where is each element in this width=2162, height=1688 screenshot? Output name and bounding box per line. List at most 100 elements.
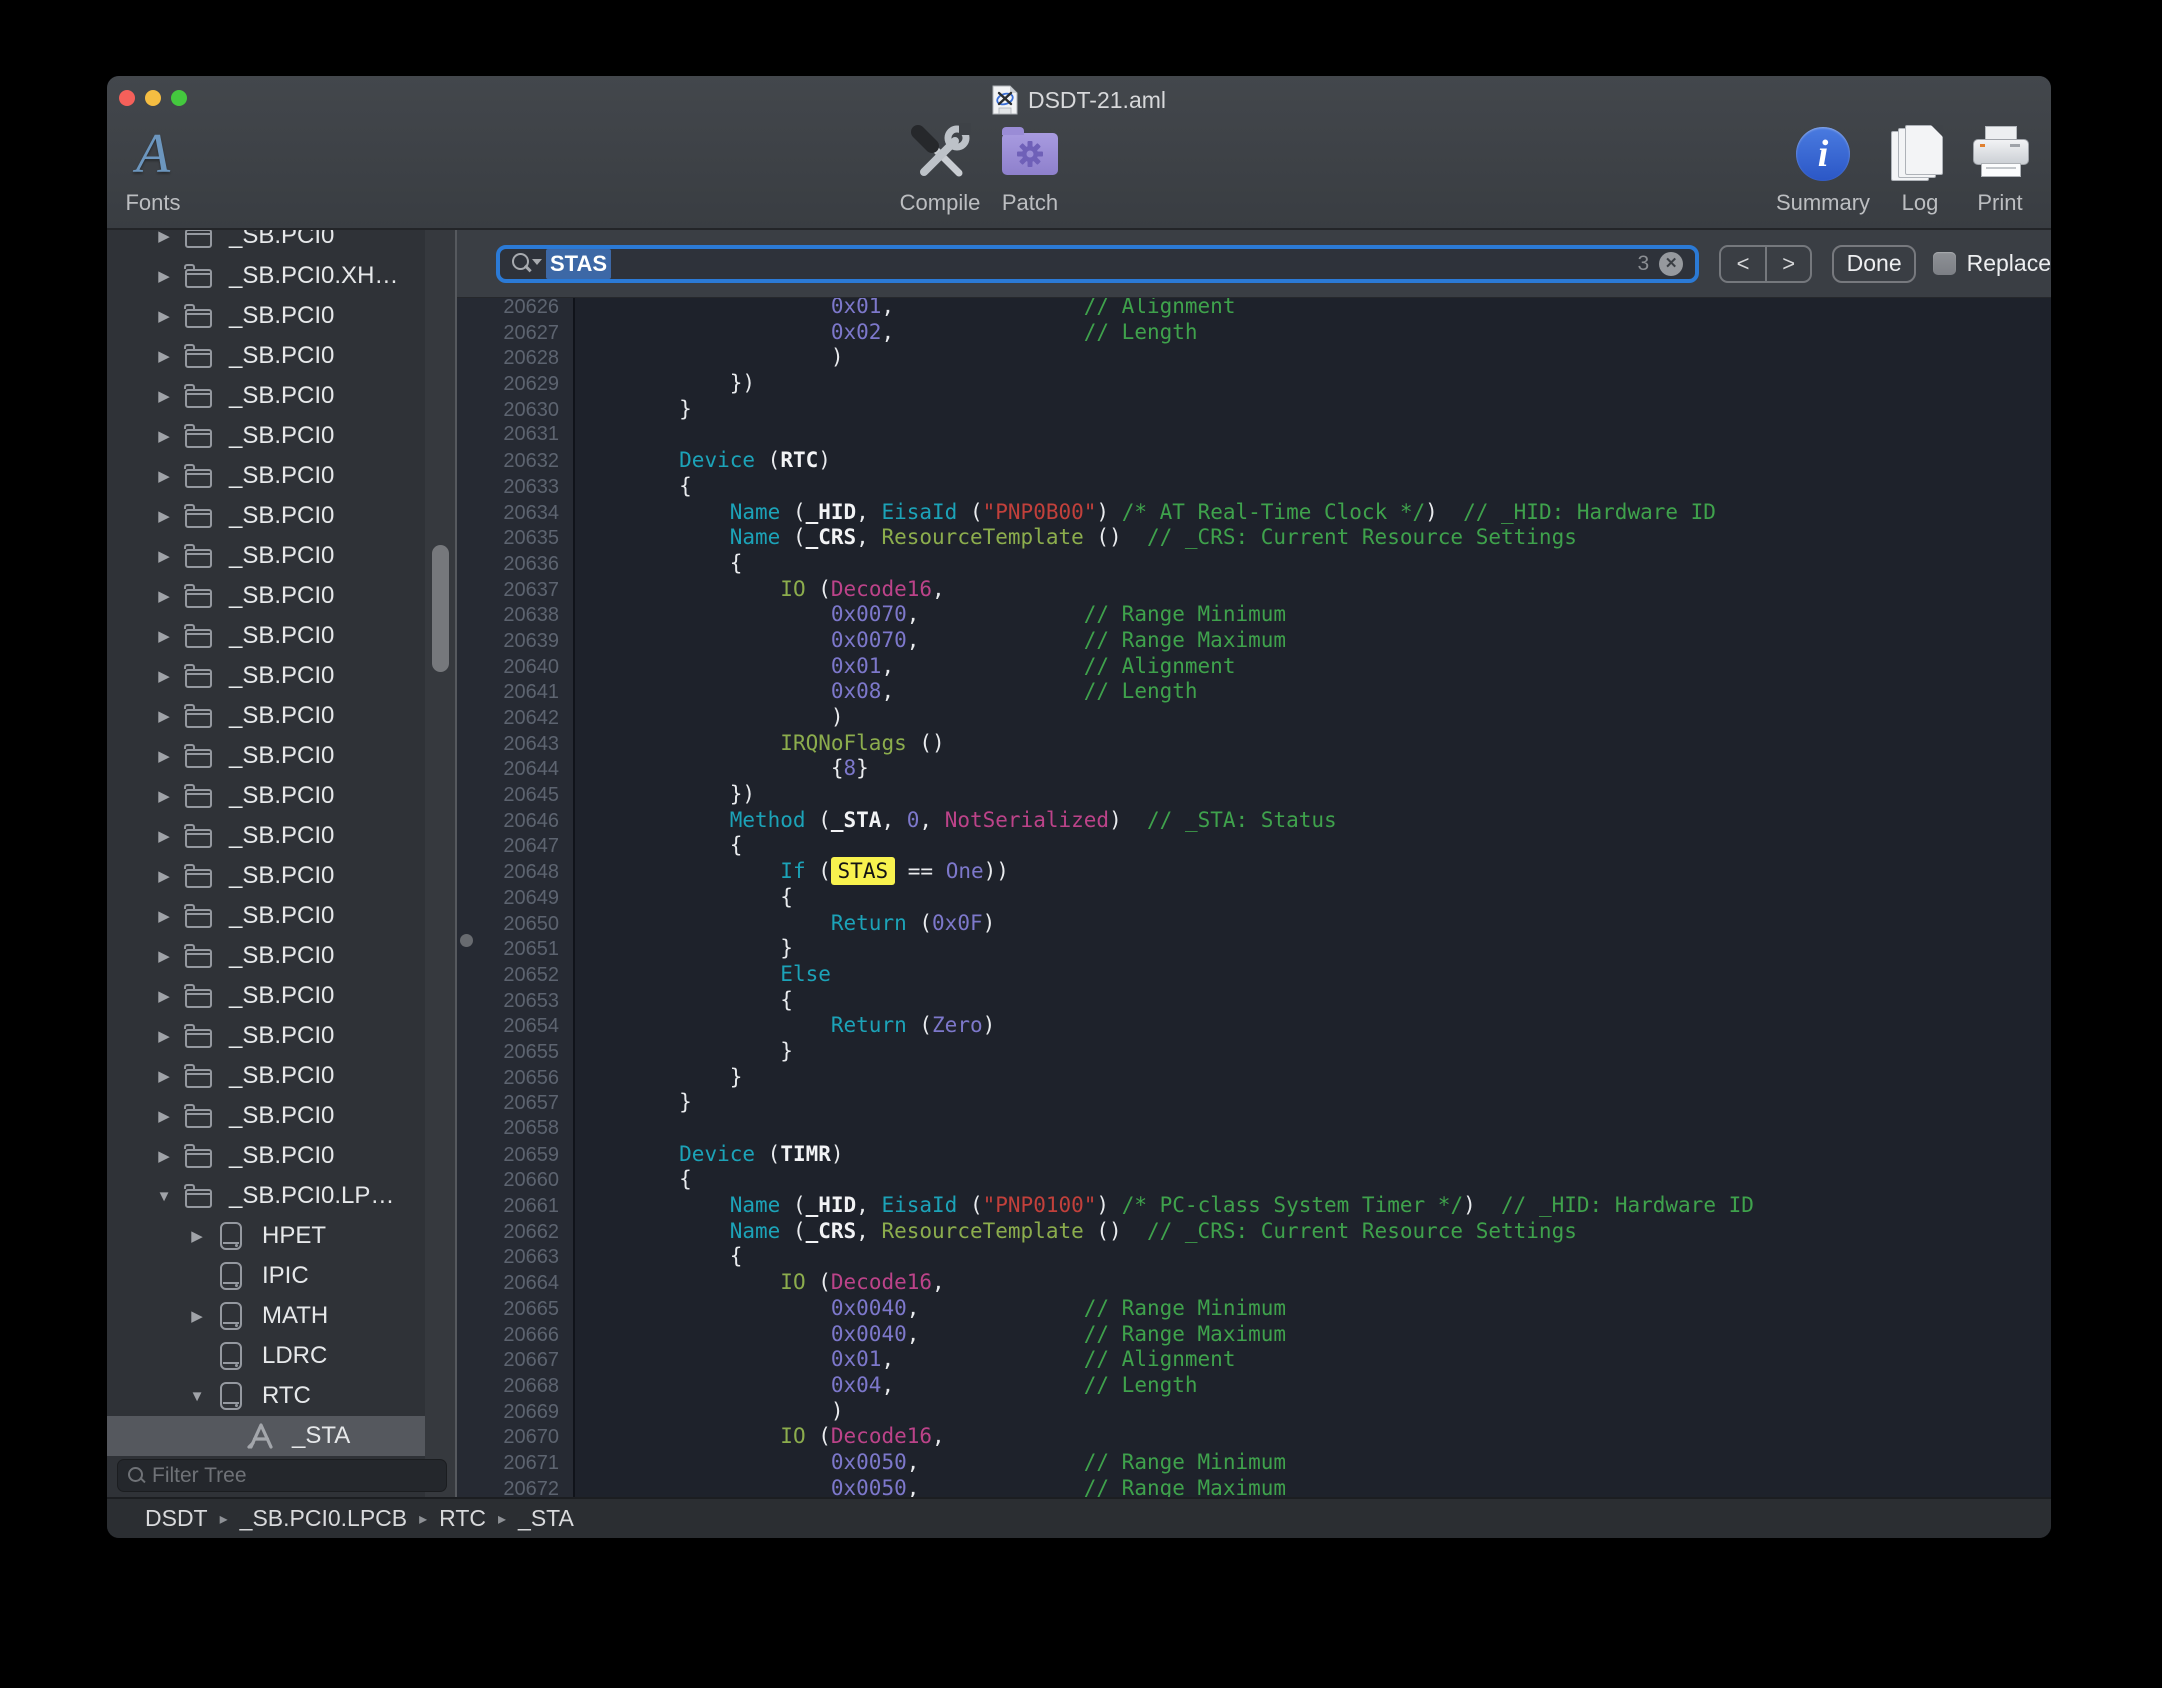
sidebar-item-sbpci0[interactable]: ▶_SB.PCI0 bbox=[107, 576, 425, 616]
disclosure-triangle[interactable]: ▶ bbox=[151, 1027, 177, 1045]
sidebar-item-label: _SB.PCI0 bbox=[229, 1142, 334, 1170]
disclosure-triangle[interactable]: ▼ bbox=[151, 1188, 177, 1205]
sidebar-item-label: _SB.PCI0 bbox=[229, 982, 334, 1010]
sidebar-item-sbpci0xh[interactable]: ▶_SB.PCI0.XH… bbox=[107, 256, 425, 296]
disclosure-triangle[interactable]: ▶ bbox=[184, 1307, 210, 1325]
sidebar-item-label: _SB.PCI0 bbox=[229, 702, 334, 730]
breadcrumb-item[interactable]: _SB.PCI0.LPCB bbox=[240, 1505, 407, 1532]
disclosure-triangle[interactable]: ▶ bbox=[151, 907, 177, 925]
sidebar-item-sbpci0[interactable]: ▶_SB.PCI0 bbox=[107, 616, 425, 656]
sidebar-item-sbpci0[interactable]: ▶_SB.PCI0 bbox=[107, 416, 425, 456]
breadcrumb-item[interactable]: DSDT bbox=[145, 1505, 208, 1532]
search-icon[interactable] bbox=[510, 252, 540, 276]
disclosure-triangle[interactable]: ▶ bbox=[151, 587, 177, 605]
sidebar-item-label: _SB.PCI0 bbox=[229, 662, 334, 690]
disclosure-triangle[interactable]: ▶ bbox=[151, 747, 177, 765]
sidebar-scrollbar-track[interactable] bbox=[425, 230, 455, 1497]
sidebar-item-sbpci0[interactable]: ▶_SB.PCI0 bbox=[107, 776, 425, 816]
line-number: 20635 bbox=[457, 526, 573, 552]
sidebar-item-sbpci0[interactable]: ▶ _SB.PCI0 bbox=[107, 296, 425, 336]
sidebar-item-hpet[interactable]: ▶ HPET bbox=[107, 1216, 425, 1256]
disclosure-triangle[interactable]: ▶ bbox=[151, 387, 177, 405]
disclosure-triangle[interactable]: ▶ bbox=[151, 1067, 177, 1085]
line-number: 20627 bbox=[457, 321, 573, 347]
sidebar: ▶_SB.PCI0▶_SB.PCI0.XH…▶_SB.PCI0▶_SB.PCI0… bbox=[107, 230, 457, 1497]
disclosure-triangle[interactable]: ▼ bbox=[184, 1388, 210, 1405]
sidebar-item-sta[interactable]: _STA bbox=[107, 1416, 425, 1456]
disclosure-triangle[interactable]: ▶ bbox=[151, 827, 177, 845]
search-input[interactable]: STAS 3 ✕ bbox=[496, 245, 1699, 283]
line-number: 20665 bbox=[457, 1297, 573, 1323]
disclosure-triangle[interactable]: ▶ bbox=[151, 307, 177, 325]
toolbar-fonts-button[interactable]: A Fonts bbox=[107, 124, 223, 216]
sidebar-item-label: HPET bbox=[262, 1222, 326, 1250]
sidebar-item-sbpci0[interactable]: ▶_SB.PCI0 bbox=[107, 856, 425, 896]
disclosure-triangle[interactable]: ▶ bbox=[151, 667, 177, 685]
sidebar-item-sbpci0[interactable]: ▶_SB.PCI0 bbox=[107, 456, 425, 496]
sidebar-scrollbar-thumb[interactable] bbox=[432, 545, 449, 672]
disclosure-triangle[interactable]: ▶ bbox=[151, 267, 177, 285]
disclosure-triangle[interactable]: ▶ bbox=[151, 547, 177, 565]
disclosure-triangle[interactable]: ▶ bbox=[151, 230, 177, 245]
find-next-button[interactable]: > bbox=[1767, 247, 1811, 281]
sidebar-item-sbpci0[interactable]: ▶_SB.PCI0 bbox=[107, 1056, 425, 1096]
breadcrumb-item[interactable]: _STA bbox=[518, 1505, 574, 1532]
disclosure-triangle[interactable]: ▶ bbox=[151, 787, 177, 805]
disclosure-triangle[interactable]: ▶ bbox=[151, 867, 177, 885]
find-previous-button[interactable]: < bbox=[1721, 247, 1767, 281]
done-button[interactable]: Done bbox=[1832, 245, 1915, 283]
disclosure-triangle[interactable]: ▶ bbox=[151, 947, 177, 965]
sidebar-item-sbpci0[interactable]: ▶_SB.PCI0 bbox=[107, 496, 425, 536]
line-number: 20668 bbox=[457, 1374, 573, 1400]
disclosure-triangle[interactable]: ▶ bbox=[151, 1147, 177, 1165]
line-number: 20666 bbox=[457, 1323, 573, 1349]
sidebar-item-sbpci0[interactable]: ▶_SB.PCI0 bbox=[107, 1096, 425, 1136]
sidebar-item-label: _SB.PCI0 bbox=[229, 542, 334, 570]
replace-checkbox[interactable] bbox=[1933, 252, 1956, 275]
code-editor[interactable]: 20626 0x01, // Alignment20627 0x02, // L… bbox=[457, 298, 2051, 1497]
code-line: 20667 0x01, // Alignment bbox=[457, 1347, 2051, 1373]
toolbar-print-button[interactable]: Print bbox=[1930, 124, 2051, 216]
sidebar-item-sbpci0[interactable]: ▶ _SB.PCI0 bbox=[107, 536, 425, 576]
toolbar-patch-button[interactable]: Patch bbox=[960, 124, 1100, 216]
folder-icon bbox=[183, 1144, 213, 1168]
fonts-icon: A bbox=[136, 126, 170, 182]
sidebar-item-sbpci0[interactable]: ▶_SB.PCI0 bbox=[107, 376, 425, 416]
sidebar-item-sbpci0[interactable]: ▶_SB.PCI0 bbox=[107, 896, 425, 936]
line-number: 20636 bbox=[457, 552, 573, 578]
folder-icon bbox=[183, 230, 213, 248]
filter-zone: Filter Tree bbox=[107, 1455, 455, 1497]
sidebar-item-sbpci0[interactable]: ▶ _SB.PCI0 bbox=[107, 1136, 425, 1176]
disclosure-triangle[interactable]: ▶ bbox=[151, 987, 177, 1005]
disclosure-triangle[interactable]: ▶ bbox=[151, 627, 177, 645]
sidebar-item-sbpci0[interactable]: ▶_SB.PCI0 bbox=[107, 736, 425, 776]
disclosure-triangle[interactable]: ▶ bbox=[151, 347, 177, 365]
filter-tree-input[interactable]: Filter Tree bbox=[117, 1459, 447, 1492]
sidebar-item-sbpci0[interactable]: ▶ _SB.PCI0 bbox=[107, 656, 425, 696]
disclosure-triangle[interactable]: ▶ bbox=[151, 427, 177, 445]
sidebar-item-sbpci0[interactable]: ▶_SB.PCI0 bbox=[107, 1016, 425, 1056]
sidebar-item-ldrc[interactable]: LDRC bbox=[107, 1336, 425, 1376]
sidebar-item-sbpci0[interactable]: ▶_SB.PCI0 bbox=[107, 336, 425, 376]
sidebar-item-sbpci0lp[interactable]: ▼_SB.PCI0.LP… bbox=[107, 1176, 425, 1216]
line-number: 20669 bbox=[457, 1400, 573, 1426]
disclosure-triangle[interactable]: ▶ bbox=[184, 1227, 210, 1245]
sidebar-item-rtc[interactable]: ▼RTC bbox=[107, 1376, 425, 1416]
code-line: 20663 { bbox=[457, 1244, 2051, 1270]
breadcrumb-item[interactable]: RTC bbox=[439, 1505, 486, 1532]
sidebar-item-sbpci0[interactable]: ▶ _SB.PCI0 bbox=[107, 696, 425, 736]
sidebar-item-ipic[interactable]: IPIC bbox=[107, 1256, 425, 1296]
disclosure-triangle[interactable]: ▶ bbox=[151, 1107, 177, 1125]
sidebar-item-sbpci0[interactable]: ▶_SB.PCI0 bbox=[107, 936, 425, 976]
disclosure-triangle[interactable]: ▶ bbox=[151, 707, 177, 725]
line-number: 20631 bbox=[457, 422, 573, 448]
code-line: 20647 { bbox=[457, 833, 2051, 859]
disclosure-triangle[interactable]: ▶ bbox=[151, 507, 177, 525]
sidebar-item-sbpci0[interactable]: ▶ _SB.PCI0 bbox=[107, 976, 425, 1016]
clear-search-icon[interactable]: ✕ bbox=[1659, 252, 1683, 276]
sidebar-item-sbpci0[interactable]: ▶_SB.PCI0 bbox=[107, 230, 425, 256]
sidebar-item-label: _SB.PCI0 bbox=[229, 302, 334, 330]
sidebar-item-sbpci0[interactable]: ▶_SB.PCI0 bbox=[107, 816, 425, 856]
sidebar-item-math[interactable]: ▶MATH bbox=[107, 1296, 425, 1336]
disclosure-triangle[interactable]: ▶ bbox=[151, 467, 177, 485]
